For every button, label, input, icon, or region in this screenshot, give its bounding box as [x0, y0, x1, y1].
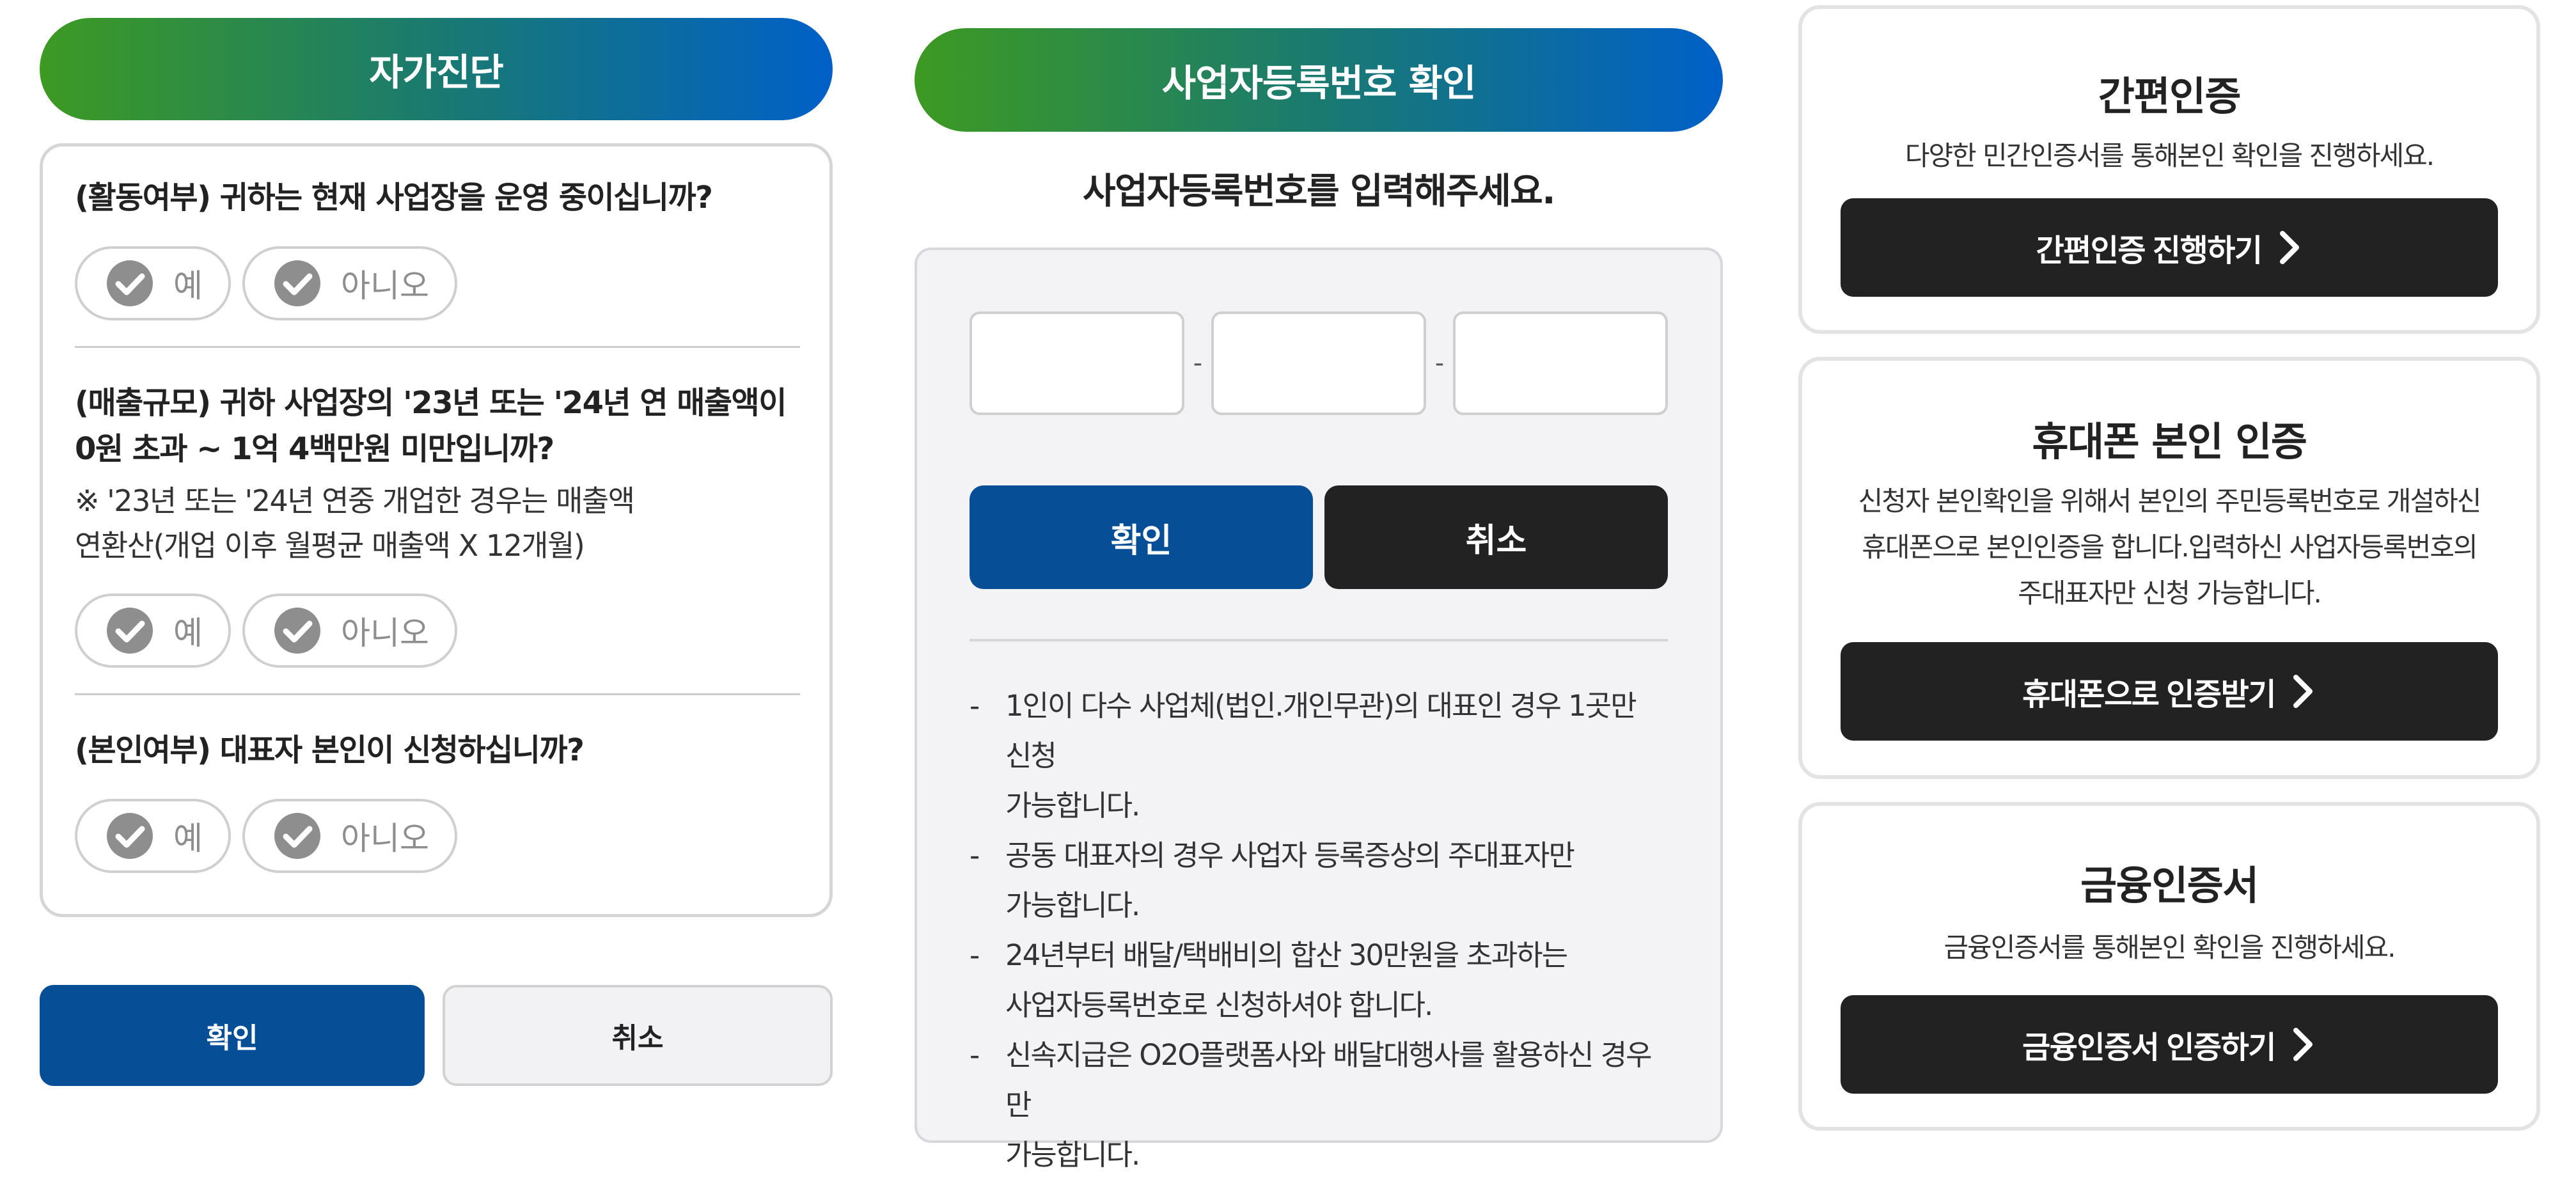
check-circle-icon: [274, 608, 320, 654]
answer-yes-label: 예: [173, 267, 203, 304]
simple-auth-card: 간편인증 다양한 민간인증서를 통해본인 확인을 진행하세요. 간편인증 진행하…: [1798, 5, 2540, 334]
question-text: (본인여부) 대표자 본인이 신청하십니까?: [75, 732, 585, 768]
chevron-right-icon: [2293, 1028, 2313, 1061]
question-sales: (매출규모) 귀하 사업장의 '23년 또는 '24년 연 매출액이 0원 초과…: [75, 380, 797, 668]
answer-no-button[interactable]: 아니오: [242, 246, 457, 320]
answer-yes-button[interactable]: 예: [75, 799, 231, 873]
answer-options: 예 아니오: [75, 799, 797, 873]
question-note-line2: 연환산(개업 이후 월평균 매출액 X 12개월): [75, 528, 585, 563]
answer-no-label: 아니오: [341, 820, 429, 857]
chevron-right-icon: [2293, 675, 2313, 708]
answer-no-button[interactable]: 아니오: [242, 594, 457, 668]
question-text: (활동여부) 귀하는 현재 사업장을 운영 중이십니까?: [75, 180, 713, 216]
business-number-title: 사업자등록번호 확인: [915, 28, 1723, 132]
question-activity: (활동여부) 귀하는 현재 사업장을 운영 중이십니까? 예 아니오: [75, 175, 797, 320]
phone-auth-button-label: 휴대폰으로 인증받기: [2022, 678, 2276, 712]
notice-line: 가능합니다.: [1005, 789, 1140, 822]
business-number-part2-input[interactable]: [1211, 311, 1426, 415]
answer-yes-label: 예: [173, 820, 203, 857]
answer-no-label: 아니오: [341, 267, 429, 304]
phone-auth-button[interactable]: 휴대폰으로 인증받기: [1841, 642, 2498, 741]
notice-item: - 공동 대표자의 경우 사업자 등록증상의 주대표자만 가능합니다.: [970, 831, 1668, 931]
phone-auth-card: 휴대폰 본인 인증 신청자 본인확인을 위해서 본인의 주민등록번호로 개설하신…: [1798, 357, 2540, 779]
notice-item: -24년부터 배달/택배비의 합산 30만원을 초과하는 사업자등록번호로 신청…: [970, 931, 1668, 1030]
answer-yes-label: 예: [173, 615, 203, 652]
business-number-actions: 확인 취소: [970, 485, 1668, 589]
answer-no-button[interactable]: 아니오: [242, 799, 457, 873]
simple-auth-button[interactable]: 간편인증 진행하기: [1841, 198, 2498, 297]
phone-auth-title: 휴대폰 본인 인증: [2032, 418, 2307, 465]
phone-auth-desc-line1: 신청자 본인확인을 위해서 본인의 주민등록번호로 개설하신: [1858, 485, 2482, 517]
check-circle-icon: [274, 260, 320, 306]
answer-no-label: 아니오: [341, 615, 429, 652]
financial-cert-desc: 금융인증서를 통해본인 확인을 진행하세요.: [1944, 932, 2396, 963]
check-circle-icon: [107, 813, 153, 859]
financial-cert-button[interactable]: 금융인증서 인증하기: [1841, 995, 2498, 1094]
diagnosis-cancel-button[interactable]: 취소: [443, 985, 833, 1086]
question-divider: [75, 693, 800, 695]
answer-yes-button[interactable]: 예: [75, 246, 231, 320]
notice-list: -1인이 다수 사업체(법인.개인무관)의 대표인 경우 1곳만 신청 가능합니…: [970, 681, 1668, 1180]
check-circle-icon: [107, 608, 153, 654]
answer-yes-button[interactable]: 예: [75, 594, 231, 668]
simple-auth-button-label: 간편인증 진행하기: [2036, 234, 2263, 268]
chevron-right-icon: [2279, 231, 2299, 264]
business-number-panel: 사업자등록번호 확인 사업자등록번호를 입력해주세요. - - 확인 취소 -1…: [915, 28, 1723, 1172]
financial-cert-card: 금융인증서 금융인증서를 통해본인 확인을 진행하세요. 금융인증서 인증하기: [1798, 802, 2540, 1131]
notice-item: -1인이 다수 사업체(법인.개인무관)의 대표인 경우 1곳만 신청 가능합니…: [970, 681, 1668, 831]
phone-auth-desc-line3: 주대표자만 신청 가능합니다.: [2018, 578, 2322, 609]
financial-cert-button-label: 금융인증서 인증하기: [2022, 1031, 2276, 1065]
separator-dash: -: [1193, 349, 1203, 378]
business-number-form: - - 확인 취소 -1인이 다수 사업체(법인.개인무관)의 대표인 경우 1…: [915, 248, 1723, 1172]
question-text-line1: (매출규모) 귀하 사업장의 '23년 또는 '24년 연 매출액이: [75, 385, 787, 421]
diagnosis-actions: 확인 취소: [40, 985, 833, 1086]
answer-options: 예 아니오: [75, 246, 797, 320]
phone-auth-desc-line2: 휴대폰으로 본인인증을 합니다.입력하신 사업자등록번호의: [1862, 531, 2478, 563]
notice-item: - 신속지급은 O2O플랫폼사와 배달대행사를 활용하신 경우만 가능합니다.: [970, 1030, 1668, 1180]
notice-line: 사업자등록번호로 신청하셔야 합니다.: [1005, 988, 1433, 1022]
diagnosis-question-box: (활동여부) 귀하는 현재 사업장을 운영 중이십니까? 예 아니오 (매출규모…: [40, 143, 833, 917]
notice-line: 1인이 다수 사업체(법인.개인무관)의 대표인 경우 1곳만 신청: [1005, 689, 1637, 773]
self-diagnosis-title: 자가진단: [40, 18, 833, 120]
notice-line: 가능합니다.: [1005, 888, 1140, 922]
notice-line: 24년부터 배달/택배비의 합산 30만원을 초과하는: [1005, 938, 1568, 972]
question-note-line1: ※ '23년 또는 '24년 연중 개업한 경우는 매출액: [75, 484, 635, 518]
check-circle-icon: [274, 813, 320, 859]
answer-options: 예 아니오: [75, 594, 797, 668]
question-text-line2: 0원 초과 ~ 1억 4백만원 미만입니까?: [75, 431, 554, 467]
separator-dash: -: [1434, 349, 1445, 378]
question-divider: [75, 346, 800, 348]
self-diagnosis-panel: 자가진단 (활동여부) 귀하는 현재 사업장을 운영 중이십니까? 예 아니오 …: [40, 18, 833, 1086]
business-confirm-button[interactable]: 확인: [970, 485, 1313, 589]
notice-line: 신속지급은 O2O플랫폼사와 배달대행사를 활용하신 경우만: [1005, 1038, 1653, 1122]
business-number-part1-input[interactable]: [970, 311, 1184, 415]
notice-line: 가능합니다.: [1005, 1138, 1140, 1172]
diagnosis-confirm-button[interactable]: 확인: [40, 985, 425, 1086]
business-cancel-button[interactable]: 취소: [1324, 485, 1668, 589]
business-number-part3-input[interactable]: [1453, 311, 1668, 415]
simple-auth-title: 간편인증: [2098, 73, 2242, 120]
form-divider: [970, 639, 1668, 641]
business-number-subtitle: 사업자등록번호를 입력해주세요.: [1082, 171, 1556, 212]
notice-line: 공동 대표자의 경우 사업자 등록증상의 주대표자만: [1005, 838, 1575, 872]
financial-cert-title: 금융인증서: [2080, 862, 2259, 909]
business-number-inputs: - -: [970, 311, 1668, 415]
check-circle-icon: [107, 260, 153, 306]
question-identity: (본인여부) 대표자 본인이 신청하십니까? 예 아니오: [75, 727, 797, 873]
simple-auth-desc: 다양한 민간인증서를 통해본인 확인을 진행하세요.: [1905, 140, 2435, 171]
